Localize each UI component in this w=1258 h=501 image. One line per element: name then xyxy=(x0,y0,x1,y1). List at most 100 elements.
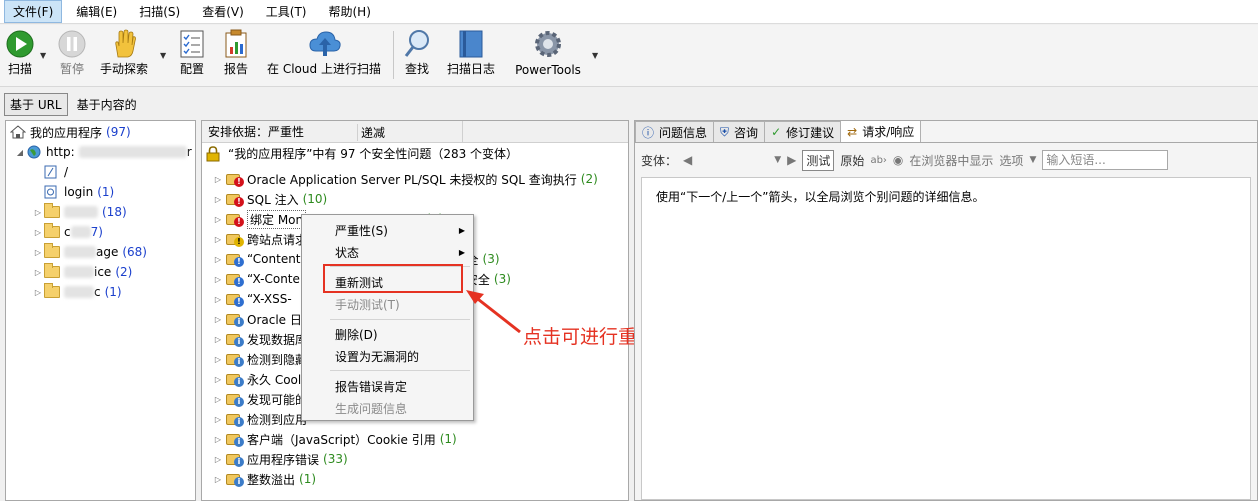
issue-row[interactable]: ▷! SQL 注入 (10) xyxy=(212,189,327,209)
issue-row[interactable]: ▷ i 发现数据库 xyxy=(212,329,307,349)
tree-folder-4[interactable]: ▷ ice (2) xyxy=(32,262,132,282)
menu-view[interactable]: 查看(V) xyxy=(194,1,252,22)
menu-tools[interactable]: 工具(T) xyxy=(258,1,315,22)
sort-by-label[interactable]: 安排依据：严重性 xyxy=(208,123,304,140)
cloud-scan-button[interactable]: 在 Cloud 上进行扫描 xyxy=(264,25,384,85)
expand-arrow-icon[interactable]: ▷ xyxy=(212,215,224,224)
manual-explore-dropdown-arrow[interactable]: ▼ xyxy=(160,51,166,60)
view-by-content-button[interactable]: 基于内容的 xyxy=(72,94,142,115)
tree-item-login[interactable]: login (1) xyxy=(44,182,114,202)
expand-arrow-icon[interactable]: ▷ xyxy=(212,255,224,264)
expand-arrow-icon[interactable]: ▷ xyxy=(212,295,224,304)
collapse-arrow-icon[interactable]: ◢ xyxy=(14,148,26,157)
menu-scan[interactable]: 扫描(S) xyxy=(131,1,188,22)
tree-item-login-count: (1) xyxy=(97,185,115,199)
menu-file[interactable]: 文件(F) xyxy=(4,0,63,23)
expand-arrow-icon[interactable]: ▷ xyxy=(212,455,224,464)
phrase-search-input[interactable]: 输入短语... xyxy=(1042,150,1169,170)
original-view-button[interactable]: 原始 xyxy=(840,152,864,169)
menu-edit[interactable]: 编辑(E) xyxy=(68,1,125,22)
expand-arrow-icon[interactable]: ▷ xyxy=(212,315,224,324)
test-view-button[interactable]: 测试 xyxy=(802,149,835,171)
issue-row[interactable]: ▷ i 整数溢出 (1) xyxy=(212,469,316,489)
ctx-report-false-positive[interactable]: 报告错误肯定 xyxy=(302,375,473,397)
issue-row[interactable]: ▷! “X-XSS- xyxy=(212,289,292,309)
expand-arrow-icon[interactable]: ▷ xyxy=(212,195,224,204)
scan-log-button[interactable]: 扫描日志 xyxy=(444,25,498,85)
report-button[interactable]: 报告 xyxy=(220,25,252,85)
play-icon xyxy=(6,30,34,58)
issue-row[interactable]: ▷ i 客户端（JavaScript）Cookie 引用 (1) xyxy=(212,429,457,449)
expand-arrow-icon[interactable]: ▷ xyxy=(212,395,224,404)
ctx-set-non-vuln[interactable]: 设置为无漏洞的 xyxy=(302,345,473,367)
tree-folder-count: (18) xyxy=(102,205,127,219)
variant-next-icon[interactable]: ▶ xyxy=(787,153,796,167)
issue-label: 整数溢出 xyxy=(247,472,296,487)
tree-host-label: http: xyxy=(46,145,75,159)
expand-arrow-icon[interactable]: ▷ xyxy=(32,208,44,217)
expand-arrow-icon[interactable]: ▷ xyxy=(212,235,224,244)
expand-arrow-icon[interactable]: ▷ xyxy=(212,335,224,344)
pause-button[interactable]: 暂停 xyxy=(56,25,88,85)
tab-fix-recommendation[interactable]: ✓ 修订建议 xyxy=(764,121,842,142)
tree-host[interactable]: ◢ http: r xyxy=(14,142,192,162)
tab-issue-info-label: 问题信息 xyxy=(659,125,708,140)
issue-row[interactable]: ▷ i 检测到隐藏 xyxy=(212,349,307,369)
issue-row[interactable]: ▷ i Oracle 日 xyxy=(212,309,302,329)
tab-request-response[interactable]: ⇄ 请求/响应 xyxy=(840,121,922,142)
expand-arrow-icon[interactable]: ▷ xyxy=(32,248,44,257)
issue-row[interactable]: ▷ i 永久 Cool xyxy=(212,369,301,389)
issue-row[interactable]: ▷! Oracle Application Server PL/SQL 未授权的 … xyxy=(212,169,598,189)
issue-row[interactable]: ▷ i 应用程序错误 (33) xyxy=(212,449,348,469)
variant-dropdown-icon[interactable]: ▼ xyxy=(774,155,781,165)
expand-arrow-icon[interactable]: ▷ xyxy=(212,355,224,364)
show-in-browser-button[interactable]: 在浏览器中显示 xyxy=(909,152,993,169)
tree-folder-1[interactable]: ▷ (18) xyxy=(32,202,127,222)
ctx-status[interactable]: 状态 ▶ xyxy=(302,241,473,263)
issue-row[interactable]: ▷ i 检测到应用 xyxy=(212,409,307,429)
tree-folder-3[interactable]: ▷ age (68) xyxy=(32,242,147,262)
expand-arrow-icon[interactable]: ▷ xyxy=(212,415,224,424)
text-format-icon[interactable]: ab› xyxy=(870,155,886,166)
powertools-button[interactable]: PowerTools xyxy=(512,25,584,85)
issue-row[interactable]: ▷ i 发现可能的 xyxy=(212,389,307,409)
expand-arrow-icon[interactable]: ▷ xyxy=(32,268,44,277)
ctx-severity[interactable]: 严重性(S) ▶ xyxy=(302,219,473,241)
expand-arrow-icon[interactable]: ▷ xyxy=(212,175,224,184)
options-dropdown-icon[interactable]: ▼ xyxy=(1029,155,1036,165)
context-menu: 严重性(S) ▶ 状态 ▶ 重新测试 手动测试(T) 删除(D) 设置为无漏洞的… xyxy=(301,214,474,421)
severity-icon: ! xyxy=(226,192,244,207)
expand-arrow-icon[interactable]: ▷ xyxy=(212,475,224,484)
tree-item-slash[interactable]: / xyxy=(44,162,68,182)
tree-folder-2[interactable]: ▷ c 7) xyxy=(32,222,103,242)
menu-help[interactable]: 帮助(H) xyxy=(321,1,379,22)
tab-advisory[interactable]: ⛨ 咨询 xyxy=(713,121,766,142)
powertools-dropdown-arrow[interactable]: ▼ xyxy=(592,51,598,60)
expand-arrow-icon[interactable]: ▷ xyxy=(32,288,44,297)
severity-icon: ! xyxy=(226,212,244,227)
options-button[interactable]: 选项 xyxy=(999,152,1023,169)
find-button[interactable]: 查找 xyxy=(401,25,433,85)
issue-label: 永久 Cool xyxy=(247,372,302,387)
cloud-scan-label: 在 Cloud 上进行扫描 xyxy=(267,62,381,76)
expand-arrow-icon[interactable]: ▷ xyxy=(212,375,224,384)
config-button[interactable]: 配置 xyxy=(176,25,208,85)
issue-row[interactable]: ▷! 跨站点请求 xyxy=(212,229,307,249)
lock-icon xyxy=(206,145,220,161)
expand-arrow-icon[interactable]: ▷ xyxy=(32,228,44,237)
tree-folder-5[interactable]: ▷ c (1) xyxy=(32,282,122,302)
manual-explore-button[interactable]: 手动探索 xyxy=(98,25,150,85)
tree-root[interactable]: 我的应用程序 (97) xyxy=(10,122,131,142)
scan-dropdown-arrow[interactable]: ▼ xyxy=(40,51,46,60)
folder-icon xyxy=(44,263,60,278)
ctx-delete[interactable]: 删除(D) xyxy=(302,323,473,345)
scan-button[interactable]: 扫描 xyxy=(4,25,36,85)
tab-issue-info[interactable]: ⓘ 问题信息 xyxy=(635,121,715,142)
sort-order-label[interactable]: 递减 xyxy=(357,124,385,141)
expand-arrow-icon[interactable]: ▷ xyxy=(212,435,224,444)
issue-count: (3) xyxy=(493,272,511,286)
expand-arrow-icon[interactable]: ▷ xyxy=(212,275,224,284)
issue-label: “X-Conte xyxy=(247,272,300,286)
view-by-url-button[interactable]: 基于 URL xyxy=(4,92,68,116)
variant-prev-icon[interactable]: ◀ xyxy=(683,153,692,167)
